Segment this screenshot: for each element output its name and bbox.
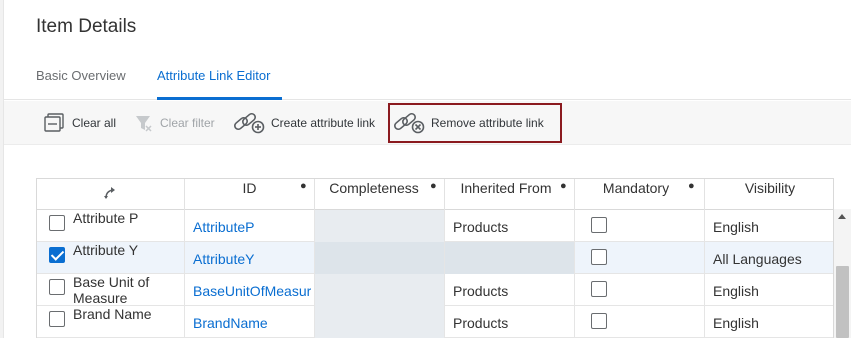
mandatory-cell bbox=[575, 274, 705, 306]
clear-all-label: Clear all bbox=[72, 116, 117, 130]
column-header-visibility-label: Visibility bbox=[744, 180, 796, 196]
table-row[interactable]: Brand Name BrandName Products English bbox=[37, 306, 833, 338]
column-header-visibility[interactable]: Visibility bbox=[705, 179, 833, 210]
filter-icon bbox=[136, 116, 152, 132]
create-attribute-link-button[interactable]: Create attribute link bbox=[233, 111, 375, 135]
table-header: ID ● Completeness ● Inherited From ● Man… bbox=[37, 179, 833, 210]
remove-attribute-link-button[interactable]: Remove attribute link bbox=[388, 103, 562, 143]
inherited-from-cell: Products bbox=[445, 210, 575, 242]
column-header-mandatory[interactable]: Mandatory ● bbox=[575, 179, 705, 210]
inherited-from-cell: Products bbox=[445, 274, 575, 306]
visibility-cell: English bbox=[713, 219, 759, 235]
column-menu-icon[interactable]: ● bbox=[430, 180, 437, 192]
table-row[interactable]: Attribute P AttributeP Products English bbox=[37, 210, 833, 242]
completeness-cell bbox=[315, 210, 445, 242]
inherited-from-cell bbox=[445, 242, 575, 274]
visibility-cell: All Languages bbox=[713, 251, 802, 267]
attribute-id-link[interactable]: BaseUnitOfMeasur bbox=[193, 283, 311, 299]
page-header: Item Details Basic Overview Attribute Li… bbox=[4, 0, 851, 100]
column-header-inherited-from[interactable]: Inherited From ● bbox=[445, 179, 575, 210]
column-header-mandatory-label: Mandatory bbox=[602, 180, 670, 196]
column-header-inherited-from-label: Inherited From bbox=[460, 180, 552, 196]
attribute-name: Attribute P bbox=[73, 210, 139, 226]
scroll-up-arrow-icon[interactable] bbox=[838, 214, 846, 219]
completeness-cell bbox=[315, 274, 445, 306]
column-menu-icon[interactable]: ● bbox=[300, 180, 307, 192]
column-header-id-label: ID bbox=[242, 180, 257, 196]
row-checkbox[interactable] bbox=[49, 311, 65, 327]
visibility-cell: English bbox=[713, 283, 759, 299]
mandatory-checkbox[interactable] bbox=[591, 217, 607, 233]
id-cell[interactable]: BrandName bbox=[185, 306, 315, 338]
row-checkbox[interactable] bbox=[49, 279, 65, 295]
mandatory-checkbox[interactable] bbox=[591, 313, 607, 329]
mandatory-cell bbox=[575, 306, 705, 338]
table-row[interactable]: Attribute Y AttributeY All Languages bbox=[37, 242, 833, 274]
toolbar: Clear all Clear filter Create attribute … bbox=[4, 101, 851, 145]
visibility-cell: English bbox=[713, 315, 759, 331]
attribute-id-link[interactable]: BrandName bbox=[193, 315, 268, 331]
attribute-name: Base Unit of Measure bbox=[73, 274, 150, 306]
name-cell: Base Unit of Measure bbox=[37, 274, 185, 306]
inherited-from-cell: Products bbox=[445, 306, 575, 338]
attribute-id-link[interactable]: AttributeY bbox=[193, 251, 254, 267]
column-menu-icon[interactable]: ● bbox=[560, 180, 567, 192]
attribute-id-link[interactable]: AttributeP bbox=[193, 219, 254, 235]
completeness-cell bbox=[315, 306, 445, 338]
id-cell[interactable]: AttributeY bbox=[185, 242, 315, 274]
attribute-name: Attribute Y bbox=[73, 242, 139, 258]
tab-basic-overview[interactable]: Basic Overview bbox=[36, 68, 126, 83]
clear-all-icon bbox=[44, 113, 64, 132]
row-checkbox[interactable] bbox=[49, 247, 65, 263]
row-checkbox[interactable] bbox=[49, 215, 65, 231]
clear-all-button[interactable]: Clear all bbox=[44, 111, 116, 135]
table-row[interactable]: Base Unit of Measure BaseUnitOfMeasur Pr… bbox=[37, 274, 833, 306]
attribute-table: ID ● Completeness ● Inherited From ● Man… bbox=[36, 178, 834, 338]
column-menu-icon[interactable]: ● bbox=[688, 180, 695, 192]
mandatory-checkbox[interactable] bbox=[591, 249, 607, 265]
link-add-icon bbox=[234, 112, 265, 134]
attribute-name: Brand Name bbox=[73, 306, 152, 322]
column-header-completeness-label: Completeness bbox=[329, 180, 419, 196]
completeness-cell bbox=[315, 242, 445, 274]
name-cell: Attribute Y bbox=[37, 242, 185, 274]
column-header-id[interactable]: ID ● bbox=[185, 179, 315, 210]
link-remove-icon bbox=[394, 112, 425, 134]
tab-attribute-link-editor[interactable]: Attribute Link Editor bbox=[157, 68, 270, 83]
mandatory-cell bbox=[575, 242, 705, 274]
column-header-completeness[interactable]: Completeness ● bbox=[315, 179, 445, 210]
id-cell[interactable]: AttributeP bbox=[185, 210, 315, 242]
name-cell: Brand Name bbox=[37, 306, 185, 338]
create-attribute-link-label: Create attribute link bbox=[271, 116, 376, 130]
sort-arrows-icon bbox=[104, 187, 115, 199]
mandatory-checkbox[interactable] bbox=[591, 281, 607, 297]
clear-filter-label: Clear filter bbox=[160, 116, 215, 130]
active-tab-indicator bbox=[157, 97, 282, 100]
id-cell[interactable]: BaseUnitOfMeasur bbox=[185, 274, 315, 306]
scrollbar-thumb[interactable] bbox=[836, 266, 849, 338]
name-cell: Attribute P bbox=[37, 210, 185, 242]
clear-filter-button[interactable]: Clear filter bbox=[134, 111, 215, 135]
mandatory-cell bbox=[575, 210, 705, 242]
remove-attribute-link-label: Remove attribute link bbox=[431, 116, 544, 130]
page-title: Item Details bbox=[36, 16, 137, 37]
column-header-name[interactable] bbox=[37, 179, 185, 210]
